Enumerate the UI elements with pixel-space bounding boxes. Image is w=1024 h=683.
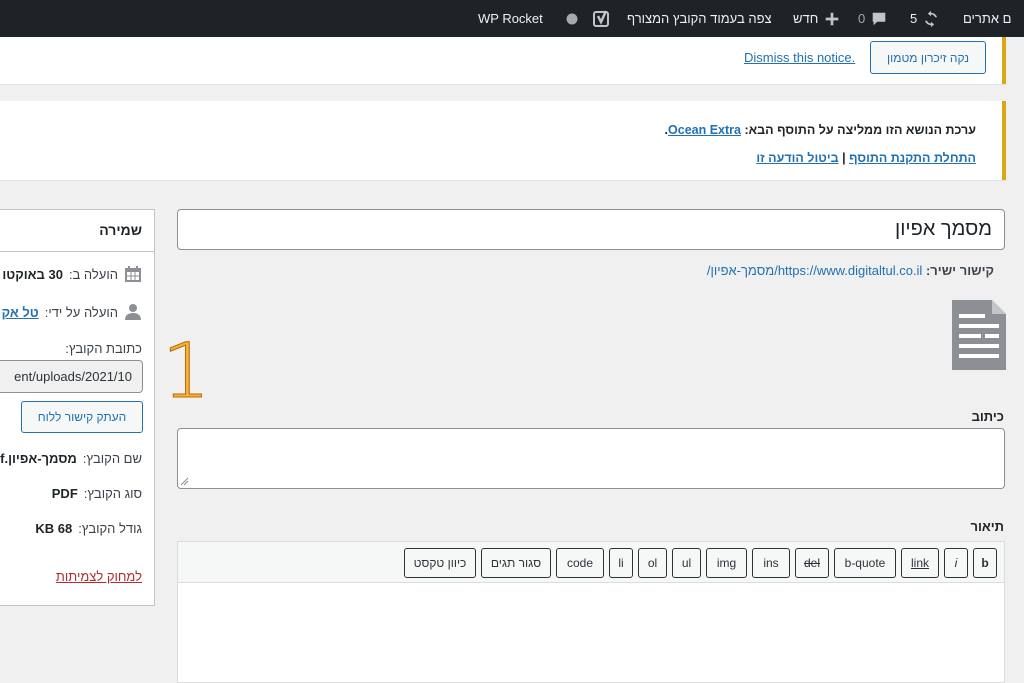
file-name-row: שם הקובץ: מסמך-אפיון.df — [0, 451, 142, 466]
adminbar-new[interactable]: חדש — [793, 0, 841, 37]
file-type-label: סוג הקובץ: — [83, 486, 142, 501]
plugin-notice-separator: | — [842, 151, 846, 165]
file-url-label: כתובת הקובץ: — [65, 341, 142, 356]
plugin-recommendation-notice: ערכת הנושא הזו ממליצה על התוסף הבא: Ocea… — [0, 101, 1006, 180]
adminbar-wp-rocket[interactable]: WP Rocket — [478, 0, 543, 37]
permalink-url[interactable]: https://www.digitaltul.co.il/מסמך-אפיון/ — [707, 263, 923, 278]
title-input[interactable]: מסמך אפיון — [177, 209, 1005, 250]
clear-cache-label: נקה זיכרון מטמון — [886, 50, 970, 65]
adminbar-comments[interactable]: 0 — [858, 0, 888, 37]
status-dot-icon — [566, 13, 578, 24]
permalink-label: קישור ישיר: — [925, 263, 994, 278]
file-size-value: 68 KB — [35, 521, 73, 536]
comment-icon — [872, 12, 886, 25]
file-url-input[interactable]: ent/uploads/2021/10 — [0, 360, 143, 393]
qt-link-button[interactable]: link — [901, 548, 939, 578]
qt-bold-button[interactable]: b — [973, 548, 997, 578]
file-url-value: ent/uploads/2021/10 — [14, 369, 132, 384]
document-icon — [952, 300, 1006, 370]
adminbar-yoast[interactable] — [592, 0, 612, 37]
qt-blockquote-button[interactable]: b-quote — [834, 548, 896, 578]
qt-italic-button[interactable]: i — [944, 548, 968, 578]
quicktags-toolbar: b i link b-quote del ins img ul ol li co… — [178, 542, 1004, 583]
save-metabox: שמירה הועלה ב: 30 באוקטו הועלה על ידי: ט… — [0, 209, 155, 606]
dismiss-plugin-notice-link[interactable]: ביטול הודעה זו — [756, 151, 838, 165]
qt-del-button[interactable]: del — [795, 548, 829, 578]
title-value: מסמך אפיון — [895, 218, 992, 240]
adminbar-updates[interactable]: 5 — [910, 0, 940, 37]
file-size-row: גודל הקובץ: 68 KB — [35, 521, 142, 536]
file-type-row: סוג הקובץ: PDF — [52, 486, 142, 501]
qt-ol-button[interactable]: ol — [638, 548, 667, 578]
copy-url-label: העתק קישור ללוח — [37, 410, 127, 424]
save-metabox-header: שמירה — [0, 210, 154, 252]
clear-cache-button[interactable]: נקה זיכרון מטמון — [870, 41, 986, 74]
qt-li-button[interactable]: li — [609, 548, 633, 578]
plugin-notice-actions: התחלת התקנת התוסף | ביטול הודעה זו — [756, 151, 976, 165]
adminbar-view-attachment[interactable]: צפה בעמוד הקובץ המצורף — [627, 0, 772, 37]
install-plugin-link[interactable]: התחלת התקנת התוסף — [849, 151, 976, 165]
description-editor: b i link b-quote del ins img ul ol li co… — [177, 541, 1005, 683]
user-icon — [125, 304, 141, 320]
adminbar-sites[interactable]: ם אתרים — [963, 0, 1011, 37]
plus-icon — [825, 12, 839, 25]
view-attachment-label: צפה בעמוד הקובץ המצורף — [627, 11, 772, 26]
uploaded-by-row: הועלה על ידי: טל אק — [2, 303, 142, 321]
uploaded-by-label: הועלה על ידי: — [44, 304, 118, 320]
uploaded-on-label: הועלה ב: — [68, 266, 118, 282]
caption-label: כיתוב — [971, 409, 1004, 424]
copy-url-button[interactable]: העתק קישור ללוח — [21, 401, 143, 433]
plugin-notice-message-row: ערכת הנושא הזו ממליצה על התוסף הבא: Ocea… — [665, 123, 976, 137]
qt-ul-button[interactable]: ul — [672, 548, 701, 578]
qt-code-button[interactable]: code — [556, 548, 604, 578]
permalink: קישור ישיר: https://www.digitaltul.co.il… — [707, 263, 994, 278]
qt-img-button[interactable]: img — [706, 548, 747, 578]
comments-count: 0 — [858, 11, 866, 26]
admin-bar: ם אתרים 5 0 חדש צפה בעמוד הקובץ המצורף W… — [0, 0, 1024, 37]
file-name-value: מסמך-אפיון.df — [0, 451, 77, 466]
yoast-icon — [593, 9, 609, 27]
delete-permanently-link[interactable]: למחוק לצמיתות — [56, 569, 142, 584]
uploaded-on-value: 30 באוקטו — [2, 266, 63, 282]
adminbar-status-dot — [566, 0, 578, 37]
file-name-label: שם הקובץ: — [82, 451, 142, 466]
resize-handle-icon[interactable] — [180, 477, 189, 486]
annotation-number: 1 — [161, 326, 211, 415]
cache-notice: נקה זיכרון מטמון Dismiss this notice. — [0, 37, 1006, 84]
wp-rocket-label: WP Rocket — [478, 11, 543, 26]
qt-text-direction-button[interactable]: כיוון טקסט — [404, 548, 476, 578]
refresh-icon — [925, 10, 938, 27]
ocean-extra-link[interactable]: Ocean Extra — [668, 123, 741, 137]
qt-ins-button[interactable]: ins — [752, 548, 790, 578]
plugin-notice-message: ערכת הנושא הזו ממליצה על התוסף הבא: — [744, 123, 976, 137]
caption-textarea[interactable] — [177, 428, 1005, 489]
dismiss-notice-link[interactable]: Dismiss this notice. — [744, 50, 855, 65]
file-size-label: גודל הקובץ: — [78, 521, 142, 536]
calendar-icon — [125, 266, 141, 282]
uploaded-on-row: הועלה ב: 30 באוקטו — [2, 265, 142, 283]
new-label: חדש — [793, 11, 819, 26]
uploaded-by-link[interactable]: טל אק — [2, 305, 39, 320]
adminbar-sites-label: ם אתרים — [963, 11, 1012, 26]
updates-count: 5 — [910, 11, 918, 26]
save-metabox-title: שמירה — [99, 222, 142, 238]
qt-close-tags-button[interactable]: סגור תגים — [481, 548, 551, 578]
file-type-value: PDF — [51, 486, 78, 501]
description-label: תיאור — [970, 519, 1004, 534]
